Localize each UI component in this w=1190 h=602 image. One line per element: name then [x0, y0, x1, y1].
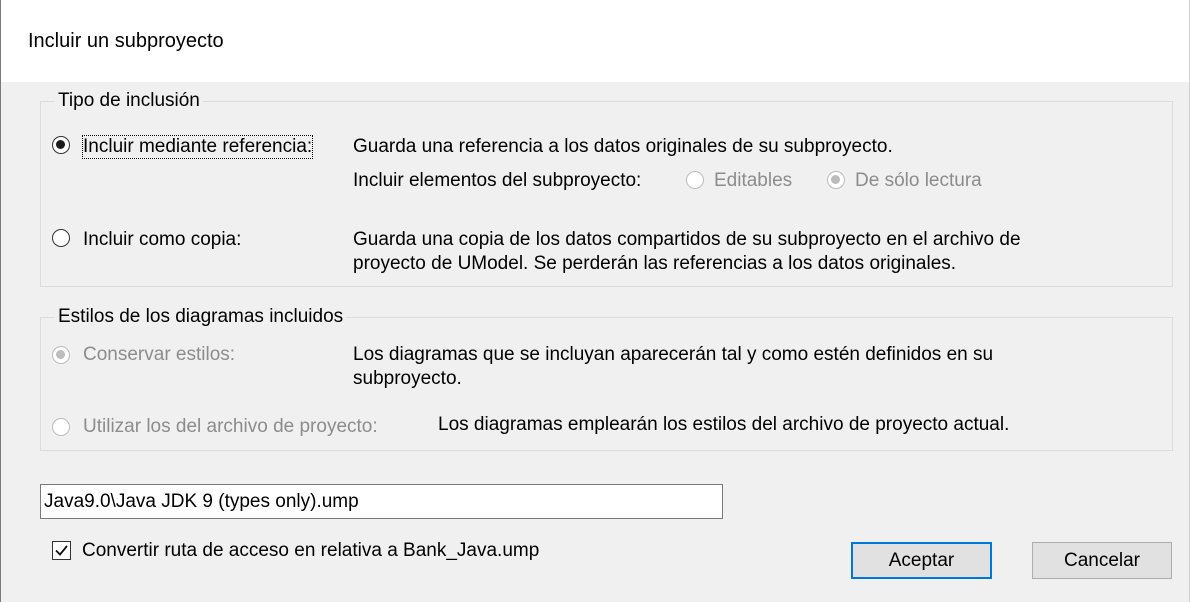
preserve-description-line2: subproyecto. [353, 368, 462, 389]
use-project-styles-radio[interactable] [52, 418, 70, 436]
preserve-description-line1: Los diagramas que se incluyan aparecerán… [353, 344, 994, 365]
checkmark-icon [55, 545, 68, 556]
window-border-left [0, 0, 1, 602]
include-as-copy-label[interactable]: Incluir como copia: [83, 229, 241, 251]
readonly-radio[interactable] [827, 171, 845, 189]
title-bar: Incluir un subproyecto [0, 0, 1190, 82]
subproject-path-input[interactable]: Java9.0\Java JDK 9 (types only).ump [40, 484, 723, 519]
ok-button[interactable]: Aceptar [851, 542, 992, 579]
editable-label[interactable]: Editables [714, 170, 792, 192]
copy-description-line1: Guarda una copia de los datos compartido… [353, 229, 1021, 250]
include-elements-label: Incluir elementos del subproyecto: [353, 170, 642, 191]
editable-radio[interactable] [686, 171, 704, 189]
project-styles-description: Los diagramas emplearán los estilos del … [438, 414, 1010, 435]
use-project-styles-label[interactable]: Utilizar los del archivo de proyecto: [83, 416, 378, 438]
diagram-styles-legend: Estilos de los diagramas incluidos [58, 306, 344, 327]
relative-path-label[interactable]: Convertir ruta de acceso en relativa a B… [82, 540, 539, 562]
include-as-copy-radio[interactable] [52, 229, 70, 247]
readonly-label[interactable]: De sólo lectura [855, 170, 982, 192]
reference-description: Guarda una referencia a los datos origin… [353, 136, 893, 157]
copy-description-line2: proyecto de UModel. Se perderán las refe… [353, 253, 957, 274]
include-by-reference-radio[interactable] [52, 136, 70, 154]
cancel-button[interactable]: Cancelar [1032, 542, 1172, 579]
preserve-styles-radio[interactable] [52, 346, 70, 364]
dialog-title: Incluir un subproyecto [28, 30, 224, 52]
include-by-reference-label[interactable]: Incluir mediante referencia: [81, 135, 314, 159]
inclusion-type-legend: Tipo de inclusión [58, 90, 200, 111]
relative-path-checkbox[interactable] [52, 541, 71, 560]
preserve-styles-label[interactable]: Conservar estilos: [83, 344, 235, 366]
